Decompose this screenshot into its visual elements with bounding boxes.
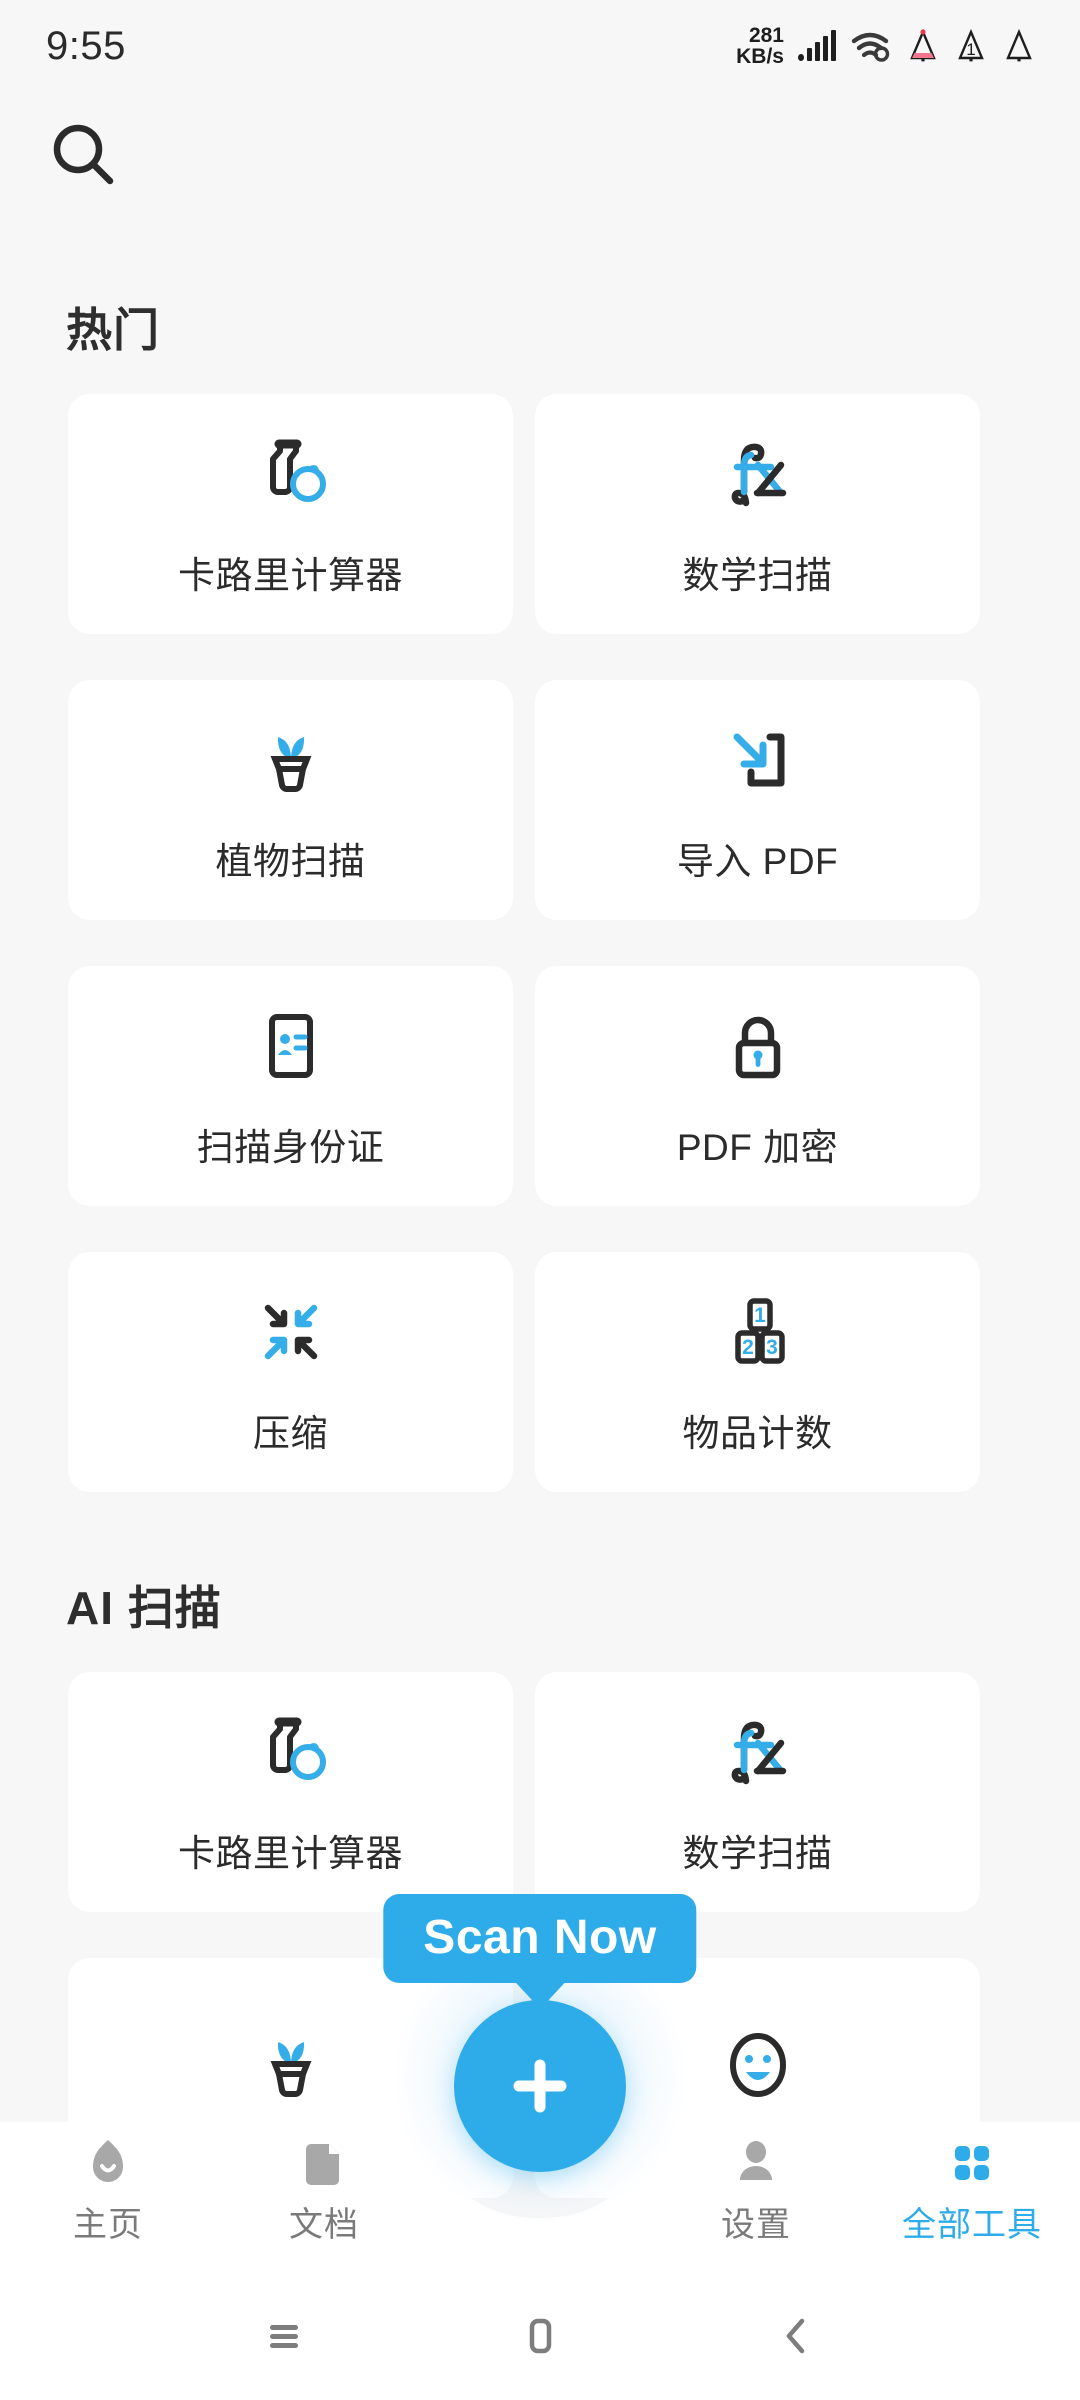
- tool-card-compress[interactable]: 压缩: [68, 1252, 513, 1492]
- nav-label: 文档: [289, 2206, 359, 2244]
- nav-item-documents[interactable]: 文档: [216, 2136, 432, 2246]
- person-icon: [731, 2136, 781, 2188]
- tool-card-ai-calorie-calculator[interactable]: 卡路里计算器: [68, 1672, 513, 1912]
- back-chevron-icon: [786, 2318, 805, 2354]
- fx-math-icon: [713, 429, 803, 519]
- grid-apps-icon: [947, 2136, 997, 2188]
- tool-card-calorie-calculator[interactable]: 卡路里计算器: [68, 394, 513, 634]
- tool-label: 植物扫描: [215, 841, 366, 882]
- nav-item-settings[interactable]: 设置: [648, 2136, 864, 2246]
- tool-card-import-pdf[interactable]: 导入 PDF: [535, 680, 980, 920]
- smiley-face-icon: [713, 2020, 803, 2110]
- tool-card-pdf-encrypt[interactable]: PDF 加密: [535, 966, 980, 1206]
- back-button[interactable]: [758, 2298, 834, 2374]
- scan-now-tooltip[interactable]: Scan Now: [383, 1894, 697, 1983]
- calorie-bottle-fruit-icon: [246, 429, 336, 519]
- compress-arrows-icon: [246, 1287, 336, 1377]
- tree-red-icon: [910, 29, 936, 62]
- id-card-icon: [246, 1001, 336, 1091]
- network-speed-value: 281: [748, 23, 784, 47]
- nav-label: 全部工具: [902, 2206, 1042, 2244]
- search-icon: [53, 124, 114, 185]
- status-icons: 281 KB/s 1: [736, 23, 1036, 68]
- android-navigation-bar: [0, 2272, 1080, 2400]
- top-bar: [0, 104, 1080, 214]
- fx-math-icon: [713, 1707, 803, 1797]
- tool-label: 数学扫描: [682, 1833, 833, 1874]
- calorie-bottle-fruit-icon: [246, 1707, 336, 1797]
- tool-label: 数学扫描: [682, 555, 833, 596]
- tool-card-item-count[interactable]: 1 2 3 物品计数: [535, 1252, 980, 1492]
- status-badge-count: 1: [966, 40, 975, 59]
- tool-card-plant-scan[interactable]: 植物扫描: [68, 680, 513, 920]
- tool-grid-popular: 卡路里计算器 数学扫描 植物扫描 导入 PDF 扫描身份证 PDF 加密 压缩 …: [68, 394, 1080, 1492]
- tool-label: 物品计数: [682, 1413, 833, 1454]
- wifi-icon: [851, 32, 890, 62]
- nav-item-home[interactable]: 主页: [0, 2136, 216, 2246]
- android-home-button[interactable]: [502, 2298, 578, 2374]
- tool-label: 卡路里计算器: [178, 555, 403, 596]
- tool-label: 扫描身份证: [196, 1127, 385, 1168]
- import-pdf-arrow-icon: [713, 715, 803, 805]
- tree-outline-icon: [1006, 29, 1032, 62]
- document-icon: [299, 2136, 349, 2188]
- tool-label: PDF 加密: [676, 1127, 839, 1168]
- tool-card-ai-math-scan[interactable]: 数学扫描: [535, 1672, 980, 1912]
- tools-scroll-area[interactable]: 热门 卡路里计算器 数学扫描 植物扫描 导入 PDF 扫描身份证 PDF 加密 …: [0, 214, 1080, 2198]
- nav-label: 主页: [73, 2206, 143, 2244]
- search-button[interactable]: [46, 118, 122, 194]
- section-title-ai-scan: AI 扫描: [66, 1582, 222, 1634]
- nav-item-all-tools[interactable]: 全部工具: [864, 2136, 1080, 2246]
- tool-label: 压缩: [253, 1413, 328, 1454]
- svg-text:1: 1: [754, 1304, 766, 1327]
- status-bar: 9:55 281 KB/s 1: [0, 0, 1080, 92]
- lock-icon: [713, 1001, 803, 1091]
- recents-icon: [270, 2325, 298, 2348]
- tool-label: 卡路里计算器: [178, 1833, 403, 1874]
- tool-label: 导入 PDF: [676, 841, 839, 882]
- app-screen: 9:55 281 KB/s 1 热门 卡路里计算器 数学扫描 植物扫描 导入 P…: [0, 0, 1080, 2400]
- count-blocks-123-icon: 1 2 3: [713, 1287, 803, 1377]
- network-speed: 281 KB/s: [736, 23, 784, 68]
- section-title-popular: 热门: [66, 304, 160, 356]
- tool-card-scan-id-card[interactable]: 扫描身份证: [68, 966, 513, 1206]
- scan-fab-button[interactable]: [454, 2000, 626, 2172]
- plus-icon: [513, 2059, 567, 2113]
- home-square-icon: [529, 2318, 552, 2354]
- tool-card-math-scan[interactable]: 数学扫描: [535, 394, 980, 634]
- nav-label: 设置: [721, 2206, 791, 2244]
- svg-text:2: 2: [742, 1336, 754, 1359]
- home-icon: [83, 2136, 133, 2188]
- network-speed-unit: KB/s: [736, 45, 784, 68]
- svg-text:3: 3: [766, 1336, 778, 1359]
- signal-bars-icon: [798, 30, 836, 61]
- potted-plant-icon: [246, 715, 336, 805]
- status-clock: 9:55: [46, 23, 126, 68]
- potted-plant-icon: [246, 2020, 336, 2110]
- recents-button[interactable]: [246, 2298, 322, 2374]
- bell-badge-icon: 1: [958, 29, 984, 62]
